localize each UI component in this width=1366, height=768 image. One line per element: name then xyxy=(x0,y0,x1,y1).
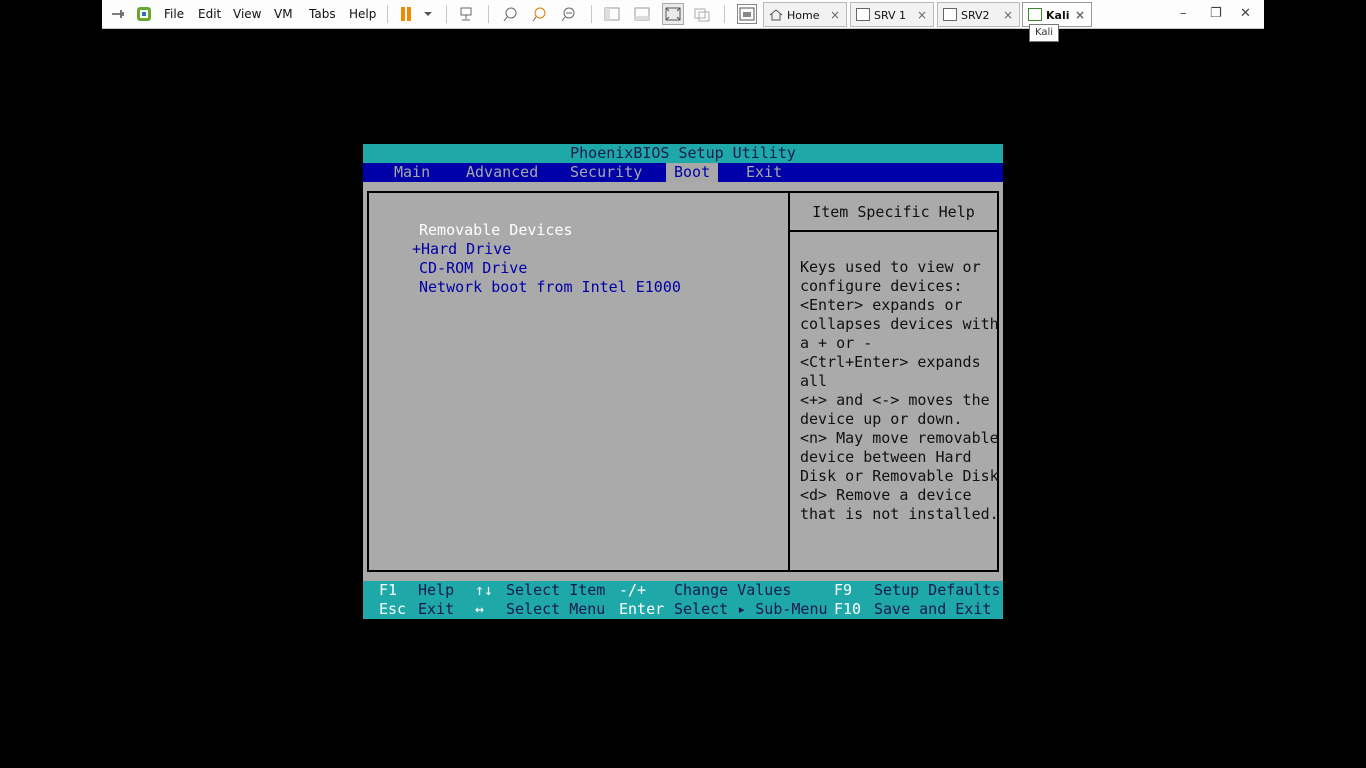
boot-order-panel: Removable Devices +Hard Drive CD-ROM Dri… xyxy=(367,191,790,572)
help-line: <+> and <-> moves the xyxy=(800,391,990,409)
key-esc: Esc xyxy=(379,600,407,618)
home-icon xyxy=(769,8,783,21)
separator xyxy=(488,5,489,23)
key-minus-plus: -/+ xyxy=(619,581,647,599)
minimize-icon[interactable]: – xyxy=(1180,0,1187,28)
bios-menu-security[interactable]: Security xyxy=(570,163,642,182)
key-desc: Select Item xyxy=(506,581,606,599)
menu-tabs[interactable]: Tabs xyxy=(309,0,336,28)
key-f10: F10 xyxy=(834,600,862,618)
separator xyxy=(387,5,388,23)
chevron-down-icon[interactable] xyxy=(420,6,436,22)
close-icon[interactable]: × xyxy=(1075,8,1085,22)
unity-icon[interactable] xyxy=(694,6,710,22)
close-icon[interactable]: × xyxy=(830,8,840,22)
menu-file[interactable]: File xyxy=(164,0,184,28)
help-line: a + or - xyxy=(800,334,873,352)
vm-icon xyxy=(943,8,957,21)
fullscreen-icon[interactable] xyxy=(662,3,684,25)
help-line: that is not installed. xyxy=(800,505,999,523)
bios-title: PhoenixBIOS Setup Utility xyxy=(363,144,1003,163)
key-up-down: ↑↓ xyxy=(475,581,494,599)
pause-icon[interactable] xyxy=(398,6,414,22)
menu-edit[interactable]: Edit xyxy=(198,0,221,28)
help-line: all xyxy=(800,372,828,390)
boot-item-removable-devices[interactable]: Removable Devices xyxy=(419,221,573,240)
snapshot-manager-icon[interactable] xyxy=(560,6,576,22)
pin-icon[interactable] xyxy=(110,6,126,22)
close-icon[interactable]: × xyxy=(917,8,927,22)
close-icon[interactable]: × xyxy=(1003,8,1013,22)
revert-snapshot-icon[interactable] xyxy=(531,6,547,22)
vmware-toolbar: File Edit View VM Tabs Help Home × SRV 1… xyxy=(102,0,1264,29)
help-line: <Enter> expands or xyxy=(800,296,963,314)
menu-vm[interactable]: VM xyxy=(274,0,293,28)
key-desc: Select Menu xyxy=(506,600,606,618)
tab-label: SRV 1 xyxy=(874,9,907,22)
help-line: device between Hard xyxy=(800,448,972,466)
bios-menu-advanced[interactable]: Advanced xyxy=(466,163,538,182)
key-f9: F9 xyxy=(834,581,853,599)
key-desc: Setup Defaults xyxy=(874,581,1001,599)
close-window-icon[interactable]: ✕ xyxy=(1240,0,1251,28)
help-line: Keys used to view or xyxy=(800,258,981,276)
bios-menu-bar: Main Advanced Security Boot Exit xyxy=(363,163,1003,182)
vmware-logo-icon xyxy=(136,6,152,22)
key-enter: Enter xyxy=(619,600,665,618)
key-desc: Save and Exit xyxy=(874,600,992,618)
boot-item-cdrom-drive[interactable]: CD-ROM Drive xyxy=(419,259,527,278)
separator xyxy=(446,5,447,23)
key-f1: F1 xyxy=(379,581,398,599)
separator xyxy=(724,5,725,23)
tab-srv2[interactable]: SRV2 × xyxy=(937,2,1020,27)
restore-icon[interactable]: ❐ xyxy=(1210,0,1222,28)
sidebar-icon[interactable] xyxy=(604,6,620,22)
key-desc: Select ▸ Sub-Menu xyxy=(674,600,828,618)
bios-setup-screen[interactable]: PhoenixBIOS Setup Utility Main Advanced … xyxy=(363,144,1003,619)
bios-menu-boot[interactable]: Boot xyxy=(666,163,719,182)
console-view-icon[interactable] xyxy=(737,4,757,24)
tab-srv1[interactable]: SRV 1 × xyxy=(850,2,934,27)
tab-tooltip: Kali xyxy=(1029,24,1059,42)
bios-menu-main[interactable]: Main xyxy=(394,163,430,182)
snapshot-icon[interactable] xyxy=(502,6,518,22)
menu-help[interactable]: Help xyxy=(349,0,376,28)
help-line: device up or down. xyxy=(800,410,963,428)
bios-menu-exit[interactable]: Exit xyxy=(746,163,782,182)
separator xyxy=(591,5,592,23)
tab-home[interactable]: Home × xyxy=(763,2,847,27)
tab-label: SRV2 xyxy=(961,9,990,22)
key-desc: Help xyxy=(418,581,455,599)
menu-view[interactable]: View xyxy=(233,0,261,28)
tab-label: Home xyxy=(787,9,820,22)
help-line: <d> Remove a device xyxy=(800,486,972,504)
help-line: <Ctrl+Enter> expands xyxy=(800,353,981,371)
help-line: collapses devices with xyxy=(800,315,999,333)
vm-icon xyxy=(856,8,870,21)
key-desc: Change Values xyxy=(674,581,792,599)
help-line: configure devices: xyxy=(800,277,963,295)
boot-item-network-boot[interactable]: Network boot from Intel E1000 xyxy=(419,278,681,297)
help-line: <n> May move removable xyxy=(800,429,999,447)
help-title: Item Specific Help xyxy=(790,193,997,232)
bios-key-legend: F1 Help ↑↓ Select Item -/+ Change Values… xyxy=(363,581,1003,619)
item-help-panel: Item Specific Help Keys used to view or c… xyxy=(790,191,999,572)
thumbnail-bar-icon[interactable] xyxy=(634,6,650,22)
help-line: Disk or Removable Disk xyxy=(800,467,999,485)
boot-item-hard-drive[interactable]: +Hard Drive xyxy=(412,240,511,259)
key-left-right: ↔ xyxy=(475,600,485,618)
vm-running-icon xyxy=(1028,8,1042,21)
tab-label: Kali xyxy=(1046,9,1070,22)
send-ctrl-alt-del-icon[interactable] xyxy=(458,6,474,22)
key-desc: Exit xyxy=(418,600,455,618)
